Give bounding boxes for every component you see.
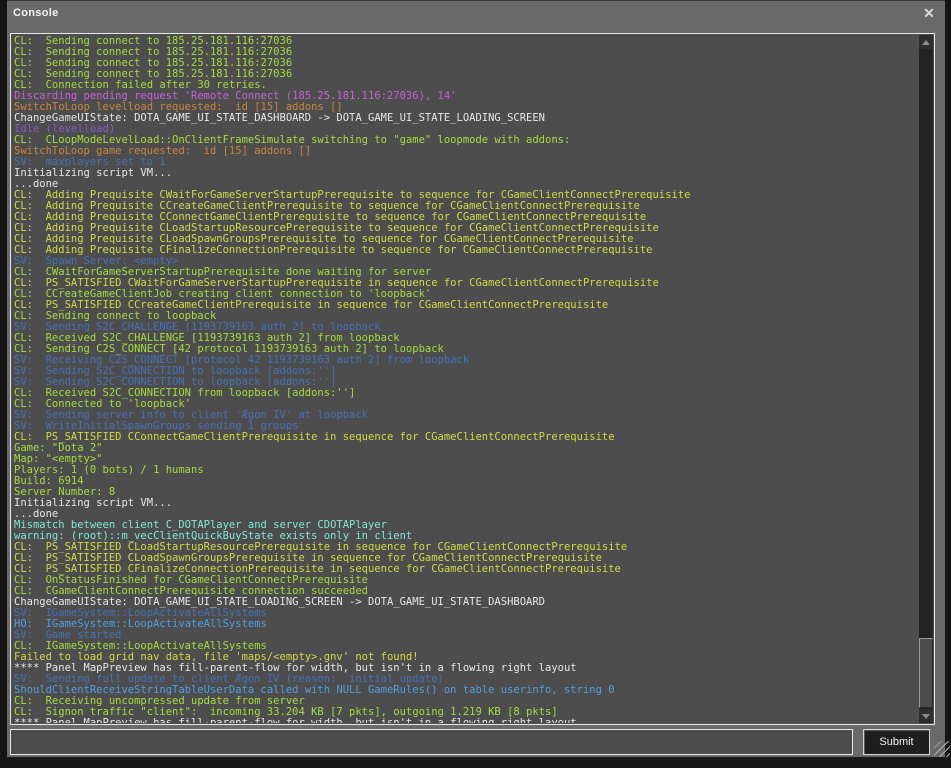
desktop-background-left	[0, 0, 7, 768]
console-line: Initializing script VM...	[14, 498, 917, 509]
console-log-lines: CL: Sending connect to 185.25.181.116:27…	[14, 36, 917, 723]
console-line: ChangeGameUIState: DOTA_GAME_UI_STATE_DA…	[14, 113, 917, 124]
desktop-background-right	[945, 0, 951, 768]
console-line: Players: 1 (0 bots) / 1 humans	[14, 465, 917, 476]
console-window: Console ✕ CL: Sending connect to 185.25.…	[7, 0, 945, 757]
console-log: CL: Sending connect to 185.25.181.116:27…	[10, 33, 935, 725]
console-line: Game: "Dota 2"	[14, 443, 917, 454]
desktop-background-bottom	[0, 757, 951, 768]
console-line: Build: 6914	[14, 476, 917, 487]
scroll-down-button[interactable]	[919, 709, 933, 723]
console-line: CL: PS_SATISFIED CConnectGameClientPrere…	[14, 432, 917, 443]
console-line: Initializing script VM...	[14, 168, 917, 179]
scrollbar[interactable]	[919, 35, 933, 723]
console-line: **** Panel MapPreview has fill-parent-fl…	[14, 718, 917, 723]
close-icon[interactable]: ✕	[920, 4, 938, 22]
resize-grip[interactable]	[934, 741, 950, 757]
title-bar[interactable]: Console ✕	[7, 1, 945, 33]
scroll-down-icon	[922, 714, 930, 719]
console-line: HO: IGameSystem::LoopActivateAllSystems	[14, 619, 917, 630]
submit-button[interactable]: Submit	[863, 729, 930, 755]
scroll-up-icon	[922, 40, 930, 45]
scroll-up-button[interactable]	[919, 35, 933, 49]
window-title: Console	[13, 7, 59, 19]
command-row: Submit	[10, 729, 942, 756]
command-input[interactable]	[10, 729, 853, 755]
scroll-thumb[interactable]	[919, 638, 933, 708]
